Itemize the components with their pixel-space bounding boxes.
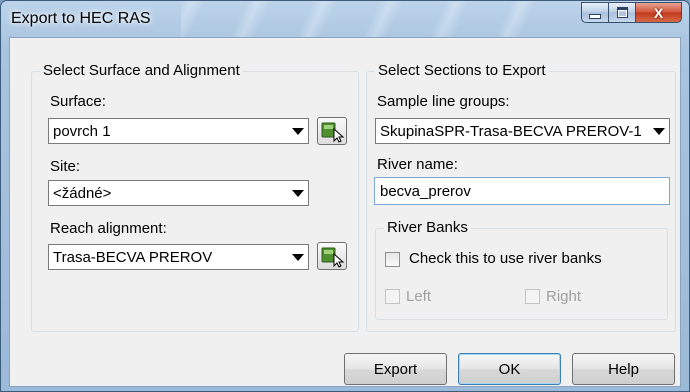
ok-button[interactable]: OK [458, 353, 561, 385]
left-bank-checkbox[interactable] [385, 289, 400, 304]
close-button[interactable]: X [636, 2, 682, 23]
sample-line-groups-label: Sample line groups: [377, 93, 510, 110]
caption-buttons: X [581, 2, 682, 24]
chevron-down-icon [653, 128, 665, 135]
use-river-banks-checkbox[interactable] [385, 252, 400, 267]
surface-selected-value: povrch 1 [53, 123, 111, 140]
right-bank-label: Right [546, 288, 582, 305]
river-name-label: River name: [377, 156, 458, 173]
maximize-icon [616, 7, 628, 18]
chevron-down-icon [292, 254, 304, 261]
surface-dropdown[interactable]: povrch 1 [48, 118, 309, 144]
right-bank-checkbox[interactable] [525, 289, 540, 304]
title-bar-sheen [181, 1, 541, 37]
select-from-drawing-icon [321, 122, 345, 143]
dialog-client-area: Select Surface and Alignment Surface: po… [9, 37, 681, 387]
close-icon: X [653, 4, 664, 21]
reach-alignment-label: Reach alignment: [50, 220, 167, 237]
site-selected-value: <žádné> [53, 185, 112, 202]
minimize-button[interactable] [581, 2, 609, 23]
maximize-button[interactable] [609, 2, 636, 23]
river-name-value: becva_prerov [380, 183, 471, 200]
sample-line-groups-dropdown[interactable]: SkupinaSPR-Trasa-BECVA PREROV-1 [375, 118, 670, 144]
sample-line-groups-selected-value: SkupinaSPR-Trasa-BECVA PREROV-1 [380, 123, 642, 140]
title-bar[interactable]: Export to HEC RAS X [1, 1, 689, 37]
river-name-input[interactable]: becva_prerov [374, 177, 670, 205]
reach-alignment-dropdown[interactable]: Trasa-BECVA PRERO​V [48, 244, 309, 270]
river-banks-group-title: River Banks [384, 219, 471, 236]
surface-alignment-group-title: Select Surface and Alignment [40, 62, 243, 79]
site-dropdown[interactable]: <žádné> [48, 180, 309, 206]
reach-alignment-selected-value: Trasa-BECVA PRERO​V [53, 249, 213, 266]
sections-export-group-title: Select Sections to Export [375, 62, 549, 79]
river-banks-group: River Banks [375, 219, 668, 320]
select-from-drawing-icon [321, 247, 345, 268]
export-button[interactable]: Export [344, 353, 447, 385]
surface-label: Surface: [50, 93, 106, 110]
window-title: Export to HEC RAS [11, 10, 151, 27]
use-river-banks-label: Check this to use river banks [409, 250, 602, 267]
chevron-down-icon [292, 190, 304, 197]
site-label: Site: [50, 158, 81, 175]
minimize-icon [589, 13, 601, 19]
left-bank-label: Left [406, 288, 432, 305]
pick-alignment-button[interactable] [317, 242, 347, 270]
pick-surface-button[interactable] [317, 117, 347, 145]
export-hecras-window: Export to HEC RAS X Select Surface and A… [0, 0, 690, 392]
help-button[interactable]: Help [572, 353, 675, 385]
chevron-down-icon [292, 128, 304, 135]
